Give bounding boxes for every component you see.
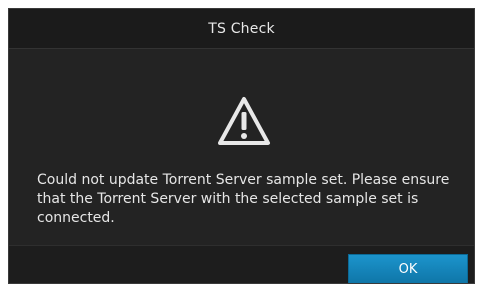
ok-button[interactable]: OK: [348, 254, 468, 283]
error-message: Could not update Torrent Server sample s…: [37, 172, 450, 226]
dialog-footer: OK: [9, 245, 474, 283]
ts-check-dialog: TS Check Could not update Torrent Server…: [8, 8, 475, 284]
dialog-title: TS Check: [208, 20, 275, 37]
dialog-titlebar: TS Check: [9, 9, 474, 49]
warning-icon: [216, 95, 272, 147]
